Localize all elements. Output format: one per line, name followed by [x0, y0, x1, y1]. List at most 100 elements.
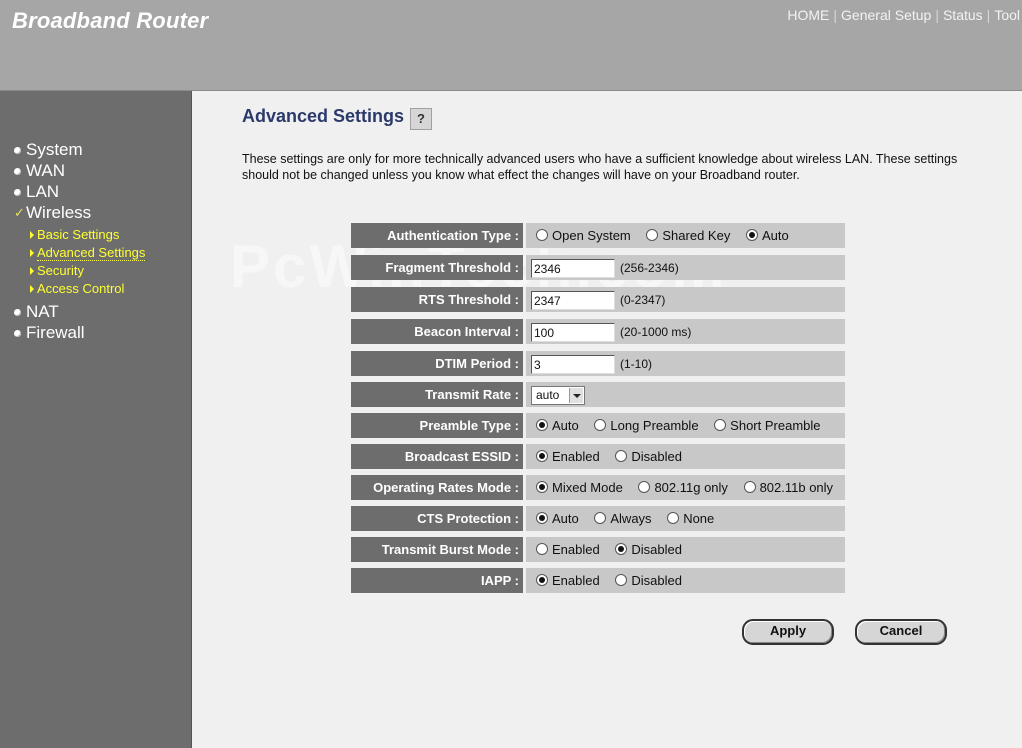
row-rts-threshold: RTS Threshold : 2347 (0-2347): [351, 287, 845, 312]
radio-shared-key[interactable]: [646, 229, 659, 241]
row-cts-protection: CTS Protection : Auto Always None: [351, 506, 845, 531]
radio-preamble-auto[interactable]: [536, 419, 548, 431]
apply-button[interactable]: Apply: [742, 619, 834, 645]
field-label: Transmit Rate :: [351, 382, 523, 407]
radio-burst-enabled[interactable]: [536, 543, 548, 555]
sidebar-item-system[interactable]: System: [14, 140, 83, 160]
radio-auth-auto[interactable]: [745, 229, 758, 241]
radio-burst-disabled[interactable]: [615, 543, 628, 555]
row-dtim-period: DTIM Period : 3 (1-10): [351, 351, 845, 376]
nav-general-setup-link[interactable]: General Setup: [841, 7, 931, 23]
row-broadcast-essid: Broadcast ESSID : Enabled Disabled: [351, 444, 845, 469]
nav-tool-link[interactable]: Tool: [994, 7, 1020, 23]
sidebar-item-firewall[interactable]: Firewall: [14, 323, 85, 343]
help-icon[interactable]: ?: [410, 108, 432, 130]
radio-short-preamble[interactable]: [714, 419, 727, 431]
sidebar-item-label: LAN: [26, 182, 60, 201]
fragment-threshold-cell: 2346 (256-2346): [526, 255, 845, 280]
sidebar-subitem-label: Access Control: [37, 281, 125, 296]
rts-threshold-input[interactable]: 2347: [531, 291, 615, 311]
sidebar-item-nat[interactable]: NAT: [14, 302, 59, 322]
option-label: Short Preamble: [730, 418, 821, 433]
sidebar-subitem-access-control[interactable]: Access Control: [30, 281, 124, 296]
radio-essid-enabled[interactable]: [536, 450, 548, 462]
transmit-rate-select[interactable]: auto: [531, 386, 585, 406]
arrow-right-icon: [30, 266, 34, 275]
sidebar-item-label: NAT: [26, 302, 59, 321]
nav-separator: |: [935, 7, 939, 23]
radio-iapp-enabled[interactable]: [536, 574, 548, 586]
option-label: 802.11g only: [654, 480, 728, 495]
page-title: Advanced Settings: [242, 106, 405, 126]
nav-separator: |: [833, 7, 838, 23]
range-hint: (0-2347): [620, 293, 666, 307]
bullet-icon: [14, 308, 21, 316]
essid-options: Enabled Disabled: [526, 444, 845, 469]
dtim-period-cell: 3 (1-10): [526, 351, 845, 376]
nav-home-link[interactable]: HOME: [787, 7, 829, 23]
header-bar: Broadband Router HOME | General Setup | Stat…: [0, 0, 1022, 91]
cancel-button[interactable]: Cancel: [855, 619, 947, 645]
nav-status-link[interactable]: Status: [943, 7, 983, 23]
option-label: Mixed Mode: [552, 480, 623, 495]
radio-cts-auto[interactable]: [536, 512, 548, 524]
nav-separator: |: [986, 7, 991, 23]
option-label: Auto: [761, 228, 789, 243]
row-beacon-interval: Beacon Interval : 100 (20-1000 ms): [351, 319, 845, 344]
sidebar-subitem-security[interactable]: Security: [30, 263, 84, 278]
row-iapp: IAPP : Enabled Disabled: [351, 568, 845, 593]
option-label: Open System: [552, 228, 631, 243]
option-label: Shared Key: [662, 228, 731, 243]
sidebar-subitem-label: Security: [37, 263, 84, 278]
row-transmit-rate: Transmit Rate : auto: [351, 382, 845, 407]
field-label: Authentication Type :: [351, 223, 523, 248]
rts-threshold-cell: 2347 (0-2347): [526, 287, 845, 312]
radio-essid-disabled[interactable]: [615, 450, 628, 462]
fragment-threshold-input[interactable]: 2346: [531, 259, 615, 279]
preamble-options: Auto Long Preamble Short Preamble: [526, 413, 845, 438]
bullet-icon: [14, 167, 21, 175]
option-label: Disabled: [631, 449, 682, 464]
radio-80211b-only[interactable]: [743, 481, 756, 493]
sidebar-subitem-advanced-settings[interactable]: Advanced Settings: [30, 245, 146, 261]
field-label: CTS Protection :: [351, 506, 523, 531]
sidebar-item-wan[interactable]: WAN: [14, 161, 65, 181]
sidebar-item-label: Wireless: [26, 203, 92, 222]
sidebar-subitem-basic-settings[interactable]: Basic Settings: [30, 227, 119, 242]
option-label: Auto: [552, 418, 579, 433]
transmit-rate-cell: auto: [526, 382, 845, 407]
field-label: Preamble Type :: [351, 413, 523, 438]
field-label: Fragment Threshold :: [351, 255, 523, 280]
oprates-options: Mixed Mode 802.11g only 802.11b only: [526, 475, 845, 500]
arrow-right-icon: [30, 249, 34, 257]
option-label: Disabled: [631, 573, 682, 588]
radio-mixed-mode[interactable]: [536, 481, 548, 493]
sidebar-item-wireless[interactable]: ✓ Wireless: [14, 203, 91, 223]
brand-title: Broadband Router: [12, 8, 209, 33]
row-operating-rates-mode: Operating Rates Mode : Mixed Mode 802.11…: [351, 475, 845, 500]
dtim-period-input[interactable]: 3: [531, 355, 615, 375]
bullet-icon: [14, 188, 21, 196]
option-label: 802.11b only: [759, 480, 834, 495]
radio-80211g-only[interactable]: [638, 481, 651, 493]
option-label: Always: [610, 511, 652, 526]
option-label: Auto: [552, 511, 579, 526]
sidebar: System WAN LAN ✓ Wireless Basic Settings …: [0, 91, 192, 748]
top-nav: HOME | General Setup | Status | Tool: [787, 7, 1020, 23]
sidebar-subitem-label: Basic Settings: [37, 227, 120, 242]
radio-long-preamble[interactable]: [594, 419, 607, 431]
select-value: auto: [536, 388, 560, 403]
beacon-interval-cell: 100 (20-1000 ms): [526, 319, 845, 344]
radio-cts-always[interactable]: [594, 512, 607, 524]
radio-iapp-disabled[interactable]: [615, 574, 628, 586]
sidebar-item-lan[interactable]: LAN: [14, 182, 59, 202]
iapp-options: Enabled Disabled: [526, 568, 845, 593]
sidebar-subitem-label: Advanced Settings: [37, 245, 146, 261]
radio-cts-none[interactable]: [667, 512, 680, 524]
bullet-icon: [14, 329, 21, 337]
auth-type-options: Open System Shared Key Auto: [526, 223, 845, 248]
beacon-interval-input[interactable]: 100: [531, 323, 615, 343]
option-label: Disabled: [631, 542, 682, 557]
row-authentication-type: Authentication Type : Open System Shared…: [351, 223, 845, 248]
radio-open-system[interactable]: [536, 229, 548, 241]
